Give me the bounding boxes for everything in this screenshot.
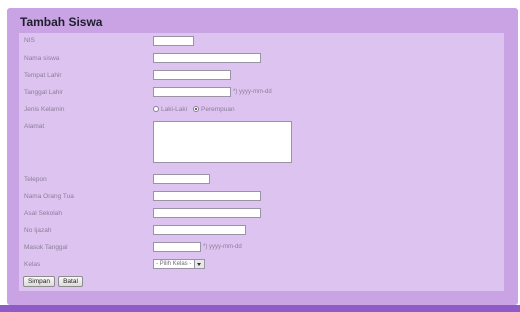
alamat-textarea[interactable] (153, 121, 292, 163)
telepon-input[interactable] (153, 174, 210, 184)
asal-sekolah-input[interactable] (153, 208, 261, 218)
masuk-tanggal-hint: *) yyyy-mm-dd (203, 244, 242, 250)
radio-laki-laki-label: Laki-Laki (161, 106, 188, 113)
alamat-label: Alamat (24, 123, 45, 130)
chevron-down-icon (194, 260, 204, 268)
nama-orang-tua-label: Nama Orang Tua (24, 193, 74, 200)
tanggal-lahir-label: Tanggal Lahir (24, 89, 64, 96)
nama-siswa-input[interactable] (153, 53, 261, 63)
asal-sekolah-label: Asal Sekolah (24, 210, 62, 217)
masuk-tanggal-label: Masuk Tanggal (24, 244, 68, 251)
nama-siswa-label: Nama siswa (24, 55, 60, 62)
tanggal-lahir-hint: *) yyyy-mm-dd (233, 89, 272, 95)
nis-label: NIS (24, 37, 35, 44)
tempat-lahir-label: Tempat Lahir (24, 72, 62, 79)
no-ijazah-input[interactable] (153, 225, 246, 235)
jenis-kelamin-label: Jenis Kelamin (24, 106, 65, 113)
telepon-label: Telepon (24, 176, 47, 183)
kelas-select[interactable]: - Pilih Kelas - (153, 259, 205, 269)
save-button[interactable]: Simpan (23, 276, 55, 287)
masuk-tanggal-input[interactable] (153, 242, 201, 252)
footer-bar (0, 305, 520, 312)
form-title: Tambah Siswa (20, 15, 103, 29)
tempat-lahir-input[interactable] (153, 70, 231, 80)
radio-perempuan-label: Perempuan (201, 106, 235, 113)
no-ijazah-label: No Ijazah (24, 227, 52, 234)
nis-input[interactable] (153, 36, 194, 46)
form-area: NIS Nama siswa Tempat Lahir Tanggal Lahi… (19, 33, 504, 291)
cancel-button[interactable]: Batal (58, 276, 83, 287)
radio-perempuan[interactable] (193, 106, 199, 112)
nama-orang-tua-input[interactable] (153, 191, 261, 201)
kelas-label: Kelas (24, 261, 41, 268)
tanggal-lahir-input[interactable] (153, 87, 231, 97)
radio-laki-laki[interactable] (153, 106, 159, 112)
kelas-select-value: - Pilih Kelas - (156, 261, 192, 267)
